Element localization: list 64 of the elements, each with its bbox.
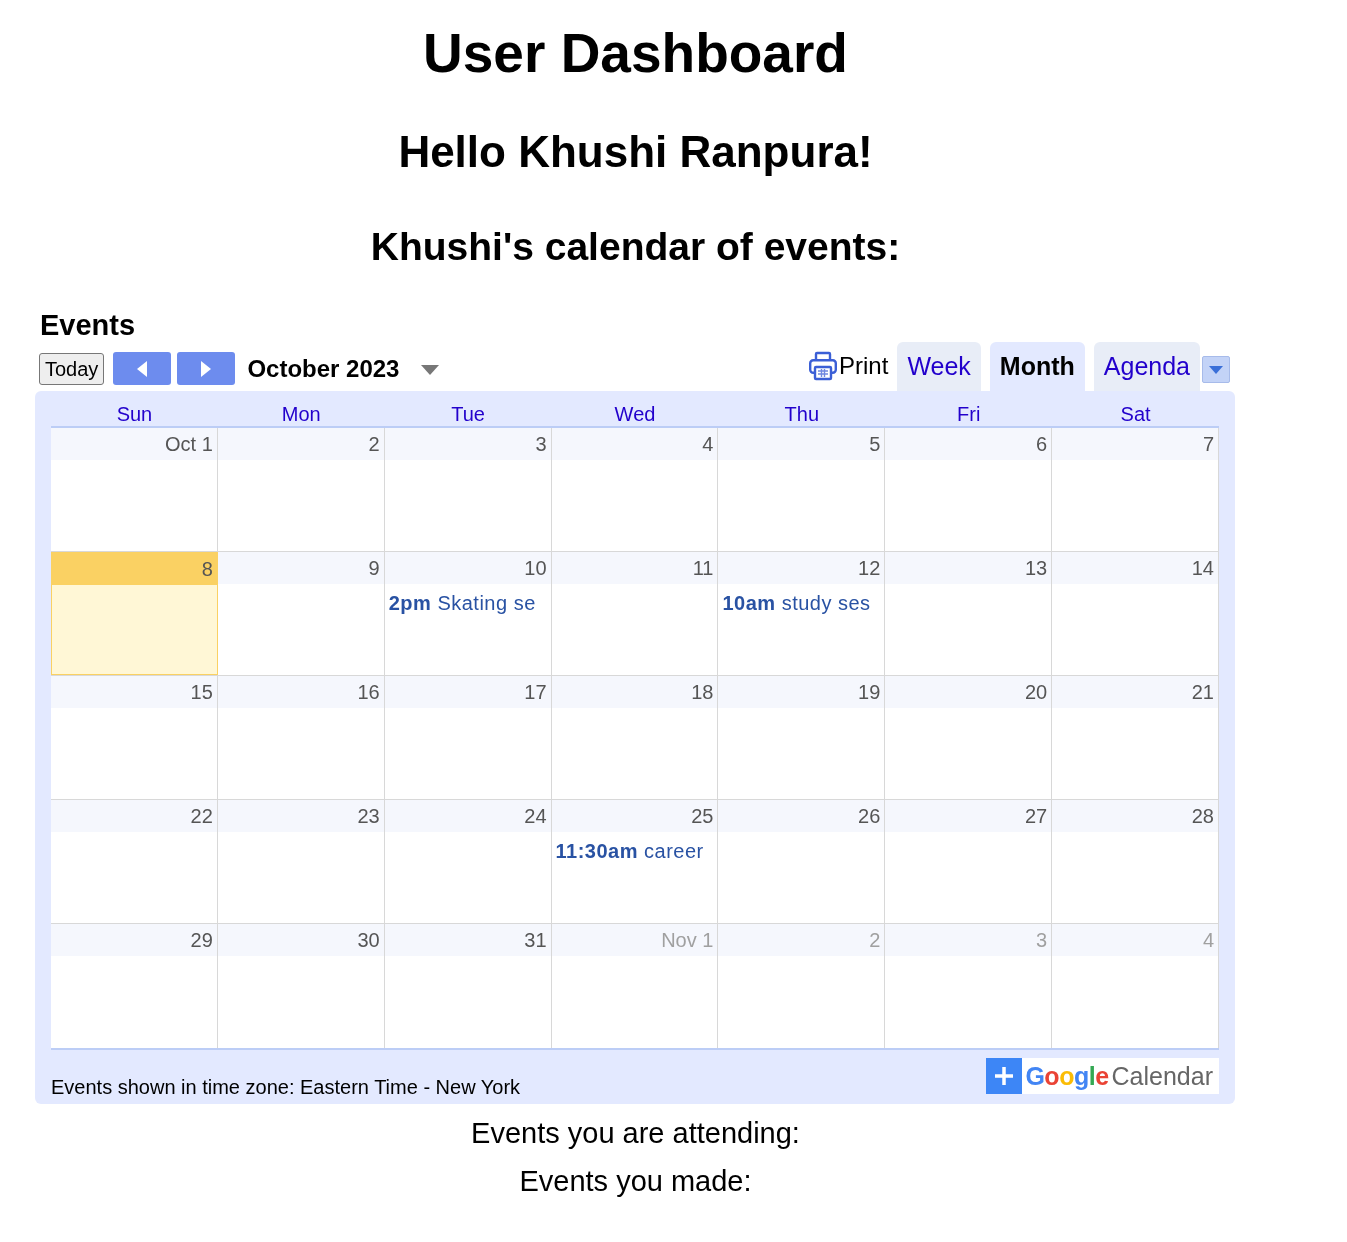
weekday-label: Mon bbox=[281, 402, 321, 426]
print-button[interactable]: Print bbox=[808, 350, 889, 381]
view-tab[interactable]: Month bbox=[989, 342, 1085, 391]
date-label[interactable]: 24 bbox=[384, 800, 551, 832]
left-caret-icon bbox=[137, 360, 148, 377]
page-title: User Dashboard bbox=[423, 21, 848, 84]
printer-icon bbox=[808, 350, 838, 381]
right-caret-icon bbox=[201, 360, 212, 377]
date-label[interactable]: 10 bbox=[384, 552, 551, 584]
date-label[interactable]: 12 bbox=[718, 552, 885, 584]
date-label[interactable]: 16 bbox=[217, 676, 384, 708]
date-label[interactable]: 19 bbox=[718, 676, 885, 708]
weekday-label: Fri bbox=[957, 402, 981, 426]
section-heading: Events you are attending: bbox=[471, 1116, 800, 1150]
dropdown-caret-icon[interactable] bbox=[421, 364, 440, 375]
date-label[interactable]: 8 bbox=[52, 553, 217, 585]
view-tab[interactable]: Week bbox=[897, 342, 981, 391]
date-label[interactable]: 3 bbox=[384, 428, 551, 460]
event-link[interactable]: 10am study ses bbox=[722, 592, 871, 614]
weekday-label: Sun bbox=[116, 402, 153, 426]
plus-icon bbox=[986, 1058, 1023, 1094]
date-label[interactable]: 9 bbox=[217, 552, 384, 584]
section-heading: Events you made: bbox=[519, 1164, 752, 1198]
date-label[interactable]: Oct 1 bbox=[51, 428, 217, 460]
dropdown-caret-icon bbox=[1209, 365, 1223, 374]
date-label[interactable]: 7 bbox=[1052, 428, 1218, 460]
calendar-title: Events bbox=[40, 308, 136, 342]
date-label[interactable]: 17 bbox=[384, 676, 551, 708]
date-label[interactable]: 5 bbox=[718, 428, 885, 460]
timezone-note: Events shown in time zone: Eastern Time - New York bbox=[51, 1075, 521, 1100]
event-link[interactable]: 11:30am career bbox=[555, 840, 704, 862]
date-label[interactable]: 28 bbox=[1052, 800, 1218, 832]
month-label: October 2023 bbox=[247, 353, 400, 384]
date-label[interactable]: 4 bbox=[551, 428, 718, 460]
date-label[interactable]: 26 bbox=[718, 800, 885, 832]
view-menu-button[interactable] bbox=[1202, 356, 1230, 383]
date-label[interactable]: 29 bbox=[51, 924, 217, 956]
today-button[interactable]: Today bbox=[39, 352, 105, 385]
event-link[interactable]: 2pm Skating se bbox=[388, 592, 536, 614]
greeting-heading: Hello Khushi Ranpura! bbox=[398, 126, 873, 178]
google-calendar-button[interactable]: GoogleCalendar bbox=[986, 1058, 1219, 1094]
date-label[interactable]: 18 bbox=[551, 676, 718, 708]
date-label[interactable]: 22 bbox=[51, 800, 217, 832]
date-label[interactable]: 6 bbox=[885, 428, 1052, 460]
date-label[interactable]: 15 bbox=[51, 676, 217, 708]
date-label[interactable]: 20 bbox=[885, 676, 1052, 708]
date-label[interactable]: 14 bbox=[1052, 552, 1218, 584]
date-label[interactable]: 27 bbox=[885, 800, 1052, 832]
weekday-label: Tue bbox=[451, 402, 485, 426]
view-tab[interactable]: Agenda bbox=[1093, 342, 1200, 391]
date-label[interactable]: 13 bbox=[885, 552, 1052, 584]
weekday-label: Wed bbox=[614, 402, 656, 426]
previous-button[interactable] bbox=[113, 352, 172, 385]
date-label[interactable]: 11 bbox=[551, 552, 718, 584]
calendar-heading: Khushi's calendar of events: bbox=[370, 224, 901, 270]
date-label[interactable]: 25 bbox=[551, 800, 718, 832]
weekday-label: Thu bbox=[784, 402, 820, 426]
next-button[interactable] bbox=[177, 352, 236, 385]
date-label[interactable]: 30 bbox=[217, 924, 384, 956]
date-label[interactable]: 21 bbox=[1052, 676, 1218, 708]
date-label[interactable]: 2 bbox=[217, 428, 384, 460]
date-label[interactable]: 31 bbox=[384, 924, 551, 956]
weekday-label: Sat bbox=[1120, 402, 1151, 426]
date-label[interactable]: 23 bbox=[217, 800, 384, 832]
